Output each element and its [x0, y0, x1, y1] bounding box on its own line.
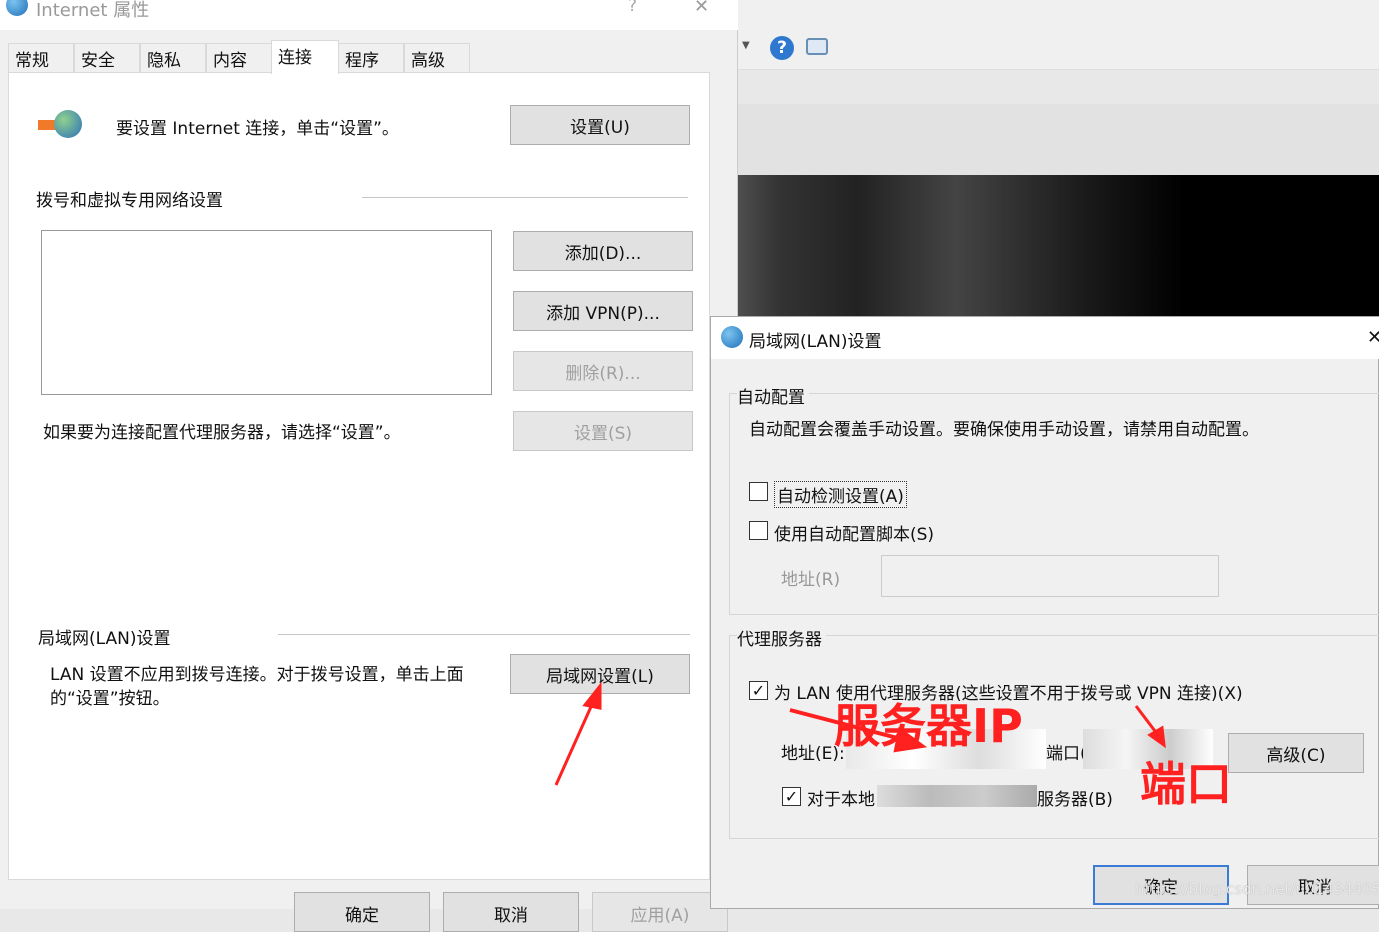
annotation-server-ip: 服务器IP — [834, 699, 1023, 753]
watermark: https://blog.csdn.net/u014344054 — [1135, 880, 1379, 898]
annotation-port: 端口 — [1140, 757, 1232, 811]
arrow-to-port — [1134, 705, 1166, 749]
tab-connections[interactable]: 连接 — [271, 40, 339, 74]
arrow-to-lan-button — [554, 681, 602, 786]
